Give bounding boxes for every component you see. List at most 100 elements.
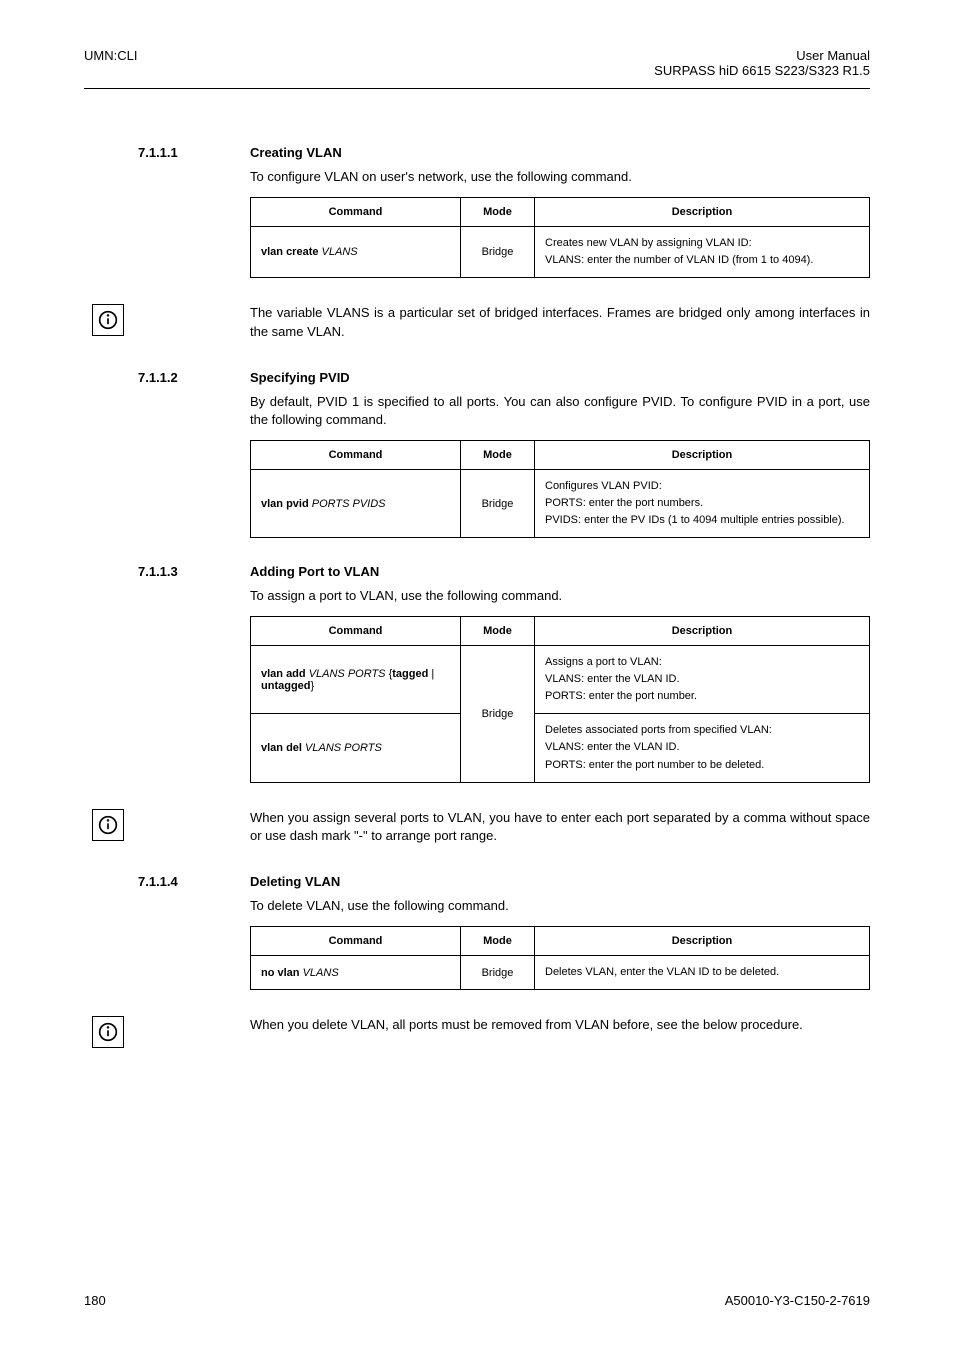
th-command: Command xyxy=(251,617,461,646)
th-description: Description xyxy=(535,617,870,646)
cell-mode: Bridge xyxy=(461,956,535,990)
table-row: no vlan VLANS Bridge Deletes VLAN, enter… xyxy=(251,956,870,990)
page-number: 180 xyxy=(84,1293,106,1308)
cell-mode: Bridge xyxy=(461,226,535,277)
section-adding-port: 7.1.1.3 Adding Port to VLAN To assign a … xyxy=(250,564,870,782)
table-deleting-vlan: Command Mode Description no vlan VLANS B… xyxy=(250,926,870,990)
cell-command: vlan create VLANS xyxy=(251,226,461,277)
desc-line: Creates new VLAN by assigning VLAN ID: xyxy=(545,235,859,252)
th-description: Description xyxy=(535,927,870,956)
desc-line: VLANS: enter the VLAN ID. xyxy=(545,671,859,688)
cmd-arg: VLANS xyxy=(322,246,358,258)
heading-specifying-pvid: 7.1.1.2 Specifying PVID xyxy=(250,370,870,385)
note-block: When you delete VLAN, all ports must be … xyxy=(250,1016,870,1035)
table-row: vlan create VLANS Bridge Creates new VLA… xyxy=(251,226,870,277)
heading-number: 7.1.1.4 xyxy=(138,874,178,889)
cmd-keyword: no vlan xyxy=(261,967,300,979)
cell-description: Deletes VLAN, enter the VLAN ID to be de… xyxy=(535,956,870,990)
cmd-keyword: vlan del xyxy=(261,742,302,754)
intro-text: To configure VLAN on user's network, use… xyxy=(250,168,870,187)
info-icon xyxy=(92,809,124,841)
cmd-keyword: vlan pvid xyxy=(261,498,309,510)
cell-command: vlan del VLANS PORTS xyxy=(251,714,461,782)
heading-deleting-vlan: 7.1.1.4 Deleting VLAN xyxy=(250,874,870,889)
table-row: vlan del VLANS PORTS Deletes associated … xyxy=(251,714,870,782)
desc-line: PORTS: enter the port number. xyxy=(545,688,859,705)
main-content: 7.1.1.1 Creating VLAN To configure VLAN … xyxy=(250,145,870,1063)
cell-description: Configures VLAN PVID: PORTS: enter the p… xyxy=(535,470,870,538)
heading-creating-vlan: 7.1.1.1 Creating VLAN xyxy=(250,145,870,160)
table-adding-port: Command Mode Description vlan add VLANS … xyxy=(250,616,870,782)
cmd-pipe: | xyxy=(428,668,434,680)
th-command: Command xyxy=(251,927,461,956)
intro-text: To assign a port to VLAN, use the follow… xyxy=(250,587,870,606)
table-specifying-pvid: Command Mode Description vlan pvid PORTS… xyxy=(250,440,870,538)
table-header-row: Command Mode Description xyxy=(251,441,870,470)
section-specifying-pvid: 7.1.1.2 Specifying PVID By default, PVID… xyxy=(250,370,870,539)
desc-line: Assigns a port to VLAN: xyxy=(545,654,859,671)
th-command: Command xyxy=(251,197,461,226)
note-block: When you assign several ports to VLAN, y… xyxy=(250,809,870,847)
th-mode: Mode xyxy=(461,197,535,226)
doc-id: A50010-Y3-C150-2-7619 xyxy=(725,1293,870,1308)
cmd-arg: PORTS PVIDS xyxy=(312,498,386,510)
desc-line: PVIDS: enter the PV IDs (1 to 4094 multi… xyxy=(545,512,859,529)
desc-line: PORTS: enter the port number to be delet… xyxy=(545,757,859,774)
desc-line: PORTS: enter the port numbers. xyxy=(545,495,859,512)
info-icon xyxy=(92,1016,124,1048)
cmd-keyword: vlan create xyxy=(261,246,318,258)
cell-command: no vlan VLANS xyxy=(251,956,461,990)
section-creating-vlan: 7.1.1.1 Creating VLAN To configure VLAN … xyxy=(250,145,870,278)
note-text: When you assign several ports to VLAN, y… xyxy=(250,809,870,847)
th-mode: Mode xyxy=(461,617,535,646)
cmd-arg: VLANS xyxy=(303,967,339,979)
cell-mode: Bridge xyxy=(461,470,535,538)
th-command: Command xyxy=(251,441,461,470)
cell-command: vlan pvid PORTS PVIDS xyxy=(251,470,461,538)
th-description: Description xyxy=(535,441,870,470)
heading-text: Creating VLAN xyxy=(250,145,342,160)
desc-line: Configures VLAN PVID: xyxy=(545,478,859,495)
cell-description: Creates new VLAN by assigning VLAN ID: V… xyxy=(535,226,870,277)
heading-number: 7.1.1.3 xyxy=(138,564,178,579)
th-description: Description xyxy=(535,197,870,226)
cell-mode: Bridge xyxy=(461,646,535,782)
heading-number: 7.1.1.2 xyxy=(138,370,178,385)
heading-text: Specifying PVID xyxy=(250,370,350,385)
heading-number: 7.1.1.1 xyxy=(138,145,178,160)
cmd-arg: VLANS PORTS xyxy=(305,742,382,754)
table-row: vlan add VLANS PORTS {tagged | untagged}… xyxy=(251,646,870,714)
heading-text: Adding Port to VLAN xyxy=(250,564,379,579)
header-right-line1: User Manual xyxy=(654,48,870,63)
table-creating-vlan: Command Mode Description vlan create VLA… xyxy=(250,197,870,278)
note-text: When you delete VLAN, all ports must be … xyxy=(250,1016,870,1035)
intro-text: By default, PVID 1 is specified to all p… xyxy=(250,393,870,431)
table-header-row: Command Mode Description xyxy=(251,927,870,956)
cmd-brace: } xyxy=(311,680,315,692)
cmd-opt: tagged xyxy=(392,668,428,680)
table-header-row: Command Mode Description xyxy=(251,197,870,226)
page-header: UMN:CLI User Manual SURPASS hiD 6615 S22… xyxy=(0,0,954,84)
cell-description: Assigns a port to VLAN: VLANS: enter the… xyxy=(535,646,870,714)
section-deleting-vlan: 7.1.1.4 Deleting VLAN To delete VLAN, us… xyxy=(250,874,870,990)
desc-line: Deletes associated ports from specified … xyxy=(545,722,859,739)
page-footer: 180 A50010-Y3-C150-2-7619 xyxy=(84,1293,870,1308)
cell-description: Deletes associated ports from specified … xyxy=(535,714,870,782)
header-rule xyxy=(84,88,870,89)
desc-line: VLANS: enter the number of VLAN ID (from… xyxy=(545,252,859,269)
note-text: The variable VLANS is a particular set o… xyxy=(250,304,870,342)
desc-line: VLANS: enter the VLAN ID. xyxy=(545,739,859,756)
header-right-line2: SURPASS hiD 6615 S223/S323 R1.5 xyxy=(654,63,870,78)
th-mode: Mode xyxy=(461,441,535,470)
note-block: The variable VLANS is a particular set o… xyxy=(250,304,870,342)
table-header-row: Command Mode Description xyxy=(251,617,870,646)
heading-text: Deleting VLAN xyxy=(250,874,340,889)
cmd-keyword: vlan add xyxy=(261,668,306,680)
info-icon xyxy=(92,304,124,336)
table-row: vlan pvid PORTS PVIDS Bridge Configures … xyxy=(251,470,870,538)
header-right: User Manual SURPASS hiD 6615 S223/S323 R… xyxy=(654,48,870,78)
cmd-arg: VLANS PORTS xyxy=(309,668,386,680)
th-mode: Mode xyxy=(461,927,535,956)
header-left: UMN:CLI xyxy=(84,48,137,78)
intro-text: To delete VLAN, use the following comman… xyxy=(250,897,870,916)
